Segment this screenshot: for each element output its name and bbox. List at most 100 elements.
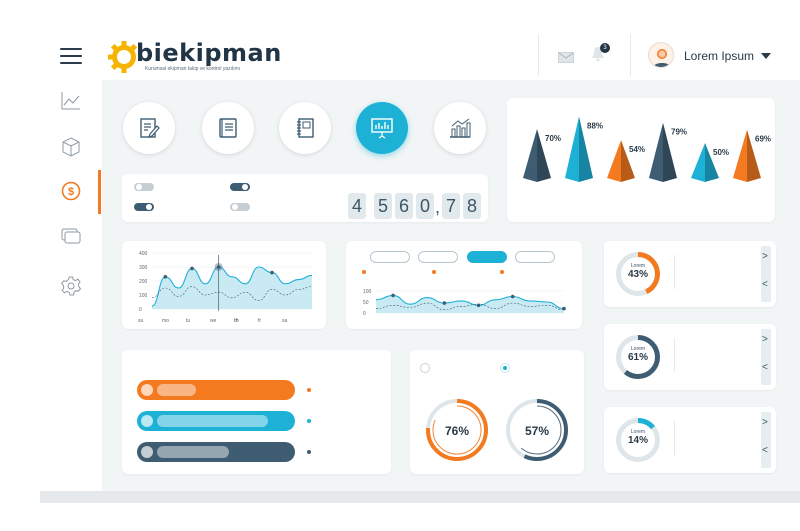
progress-bar[interactable]: [137, 442, 295, 462]
bar-chart-icon: [450, 118, 471, 138]
notebook-button[interactable]: [279, 102, 331, 154]
gauge-label: Lorem 43%: [627, 263, 648, 280]
logo-subtitle: Kurumsal ekipman takip ve kontrol yazılı…: [145, 66, 241, 72]
divider: [674, 255, 675, 289]
main-content: 4 5 6 0 , 7 8 70% 88% 54% 79% 50% 69% 400 300 2…: [102, 80, 800, 491]
active-indicator: [98, 170, 101, 214]
data-point: [190, 266, 194, 271]
weekly-area-chart: 400 300 200 100 0 su mo tu we th fr sa: [138, 251, 313, 324]
carousel-arrows[interactable]: > <: [761, 246, 771, 302]
cards-icon[interactable]: [58, 223, 84, 249]
progress-bar[interactable]: [137, 380, 295, 400]
notification-badge: 3: [600, 43, 610, 53]
chevron-right-icon[interactable]: >: [762, 251, 768, 262]
gauge-label: Lorem 61%: [627, 346, 648, 363]
logo-title: biekipman: [136, 39, 282, 67]
divider: [674, 421, 675, 455]
svg-text:$: $: [68, 186, 74, 198]
data-point: [163, 275, 168, 279]
data-point: [270, 270, 274, 275]
notebook-icon: [297, 118, 314, 138]
top-bar: biekipman Kurumsal ekipman takip ve kont…: [40, 30, 800, 80]
weekly-area-chart-card: 400 300 200 100 0 su mo tu we th fr sa: [122, 241, 326, 329]
pyramid-label: 50%: [713, 148, 729, 157]
pyramid-label: 70%: [545, 134, 561, 143]
toggle-switch[interactable]: [230, 183, 250, 191]
pyramid-face: [649, 122, 663, 182]
progress-bars-card: [122, 350, 391, 474]
y-tick-label: 400: [139, 251, 148, 257]
gauge-card: Lorem 43% > <: [604, 241, 776, 307]
radio-button[interactable]: [500, 363, 510, 373]
divider: [538, 34, 539, 76]
digit: 8: [463, 193, 481, 219]
book-icon: [219, 118, 237, 138]
settings-icon[interactable]: [58, 273, 84, 299]
radio-button[interactable]: [420, 363, 430, 373]
chevron-left-icon[interactable]: <: [762, 445, 768, 456]
carousel-arrows[interactable]: > <: [761, 329, 771, 385]
data-point: [562, 306, 566, 311]
legend-dot: [307, 450, 311, 454]
caret-down-icon[interactable]: [761, 53, 771, 59]
pyramid-face: [523, 129, 537, 182]
data-point: [510, 294, 515, 299]
pyramid-chart: 70% 88% 54% 79% 50% 69%: [523, 116, 771, 182]
gauge-label: Lorem 14%: [627, 429, 648, 446]
pyramid-face: [607, 140, 621, 182]
progress-bar[interactable]: [137, 411, 295, 431]
x-tick-label: su: [138, 318, 144, 324]
y-tick-label: 300: [139, 265, 148, 271]
book-button[interactable]: [202, 102, 254, 154]
toggle-switch[interactable]: [134, 203, 154, 211]
digit: 5: [374, 193, 392, 219]
x-tick-label: we: [210, 318, 217, 324]
gauge-value: 57%: [524, 424, 550, 438]
y-tick-label: 50: [363, 300, 369, 306]
gauge-value: 76%: [444, 424, 470, 438]
mail-icon[interactable]: [558, 50, 574, 68]
chevron-right-icon[interactable]: >: [762, 417, 768, 428]
x-tick-label: sa: [282, 318, 288, 324]
bar-chart-button[interactable]: [434, 102, 486, 154]
cube-icon[interactable]: [58, 134, 84, 160]
toggle-switch[interactable]: [230, 203, 250, 211]
bottom-scrollbar[interactable]: [40, 491, 800, 503]
legend-dot: [500, 270, 504, 274]
presentation-board-icon: [371, 118, 393, 139]
presentation-board-button[interactable]: [356, 102, 408, 154]
legend-dot: [362, 270, 366, 274]
divider: [630, 34, 631, 76]
pyramid-face: [691, 143, 705, 182]
bell-icon[interactable]: 3: [591, 43, 610, 64]
digit: 6: [395, 193, 413, 219]
data-point: [442, 301, 447, 305]
carousel-arrows[interactable]: > <: [761, 412, 771, 468]
dollar-icon[interactable]: $: [58, 178, 84, 204]
menu-icon[interactable]: [60, 48, 82, 64]
tabbed-area-chart: 100 50 0: [362, 270, 566, 317]
user-name: Lorem Ipsum: [684, 49, 755, 63]
area-fill: [152, 267, 312, 309]
sidebar: $: [40, 80, 102, 491]
hover-point: [214, 263, 223, 271]
logo[interactable]: biekipman Kurumsal ekipman takip ve kont…: [106, 38, 306, 78]
x-tick-label: th: [234, 318, 239, 324]
y-tick-label: 100: [139, 293, 148, 299]
decimal-separator: ,: [435, 197, 441, 217]
chevron-right-icon[interactable]: >: [762, 334, 768, 345]
gauge-card: Lorem 14% > <: [604, 407, 776, 473]
x-tick-label: tu: [186, 318, 190, 324]
chevron-left-icon[interactable]: <: [762, 279, 768, 290]
counter-card: 4 5 6 0 , 7 8: [122, 174, 488, 222]
data-point: [391, 293, 395, 298]
toggle-switch[interactable]: [134, 183, 154, 191]
digit: 7: [442, 193, 460, 219]
y-tick-label: 0: [139, 307, 142, 313]
line-chart-icon[interactable]: [58, 88, 84, 114]
x-tick-label: fr: [258, 318, 261, 324]
chevron-left-icon[interactable]: <: [762, 362, 768, 373]
pyramid-face: [733, 129, 747, 182]
edit-document-button[interactable]: [123, 102, 175, 154]
digit: 0: [416, 193, 434, 219]
